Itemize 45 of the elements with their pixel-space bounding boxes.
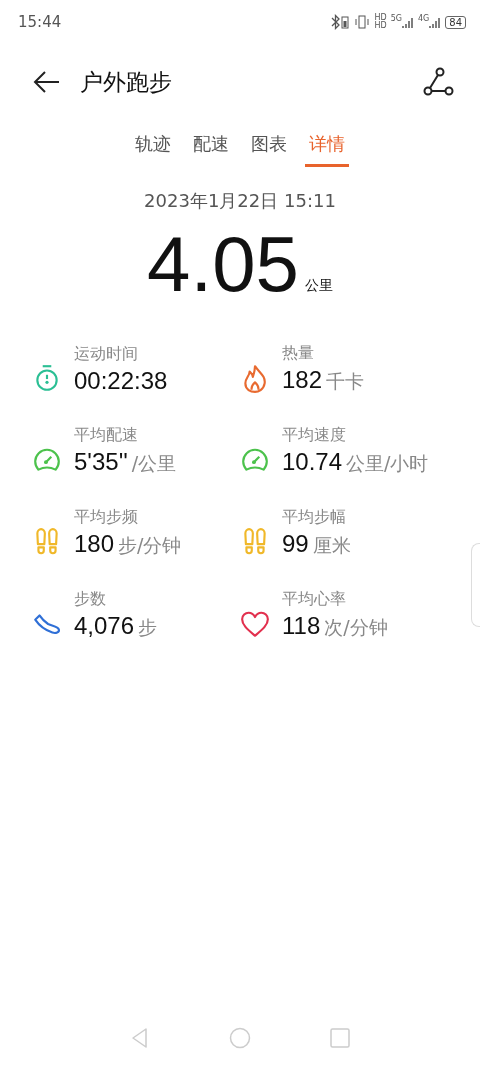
vibrate-icon — [354, 14, 371, 30]
metric-value: 5'35'' — [74, 448, 128, 476]
tab[interactable]: 轨迹 — [131, 128, 175, 167]
metric-label: 热量 — [282, 343, 315, 364]
signal-icon — [401, 15, 414, 29]
metric-unit: /公里 — [131, 451, 177, 476]
battery-level: 84 — [445, 15, 466, 29]
metric-label: 平均步幅 — [282, 507, 347, 528]
hd-label: HD — [374, 14, 387, 22]
hd-label: HD — [374, 22, 387, 30]
metric-value: 180 — [74, 530, 115, 558]
metric-value: 00:22:38 — [74, 366, 168, 395]
distance-value: 4.05 — [147, 219, 299, 309]
metric-value: 182 — [282, 366, 323, 394]
metric-label: 步数 — [74, 589, 107, 610]
network-label: 4G — [417, 15, 430, 23]
metric-unit: 步 — [138, 615, 158, 640]
tab[interactable]: 详情 — [305, 128, 349, 167]
metric-value: 10.74 — [282, 448, 343, 476]
page-title: 户外跑步 — [80, 67, 172, 97]
tab[interactable]: 配速 — [189, 128, 233, 167]
metric-unit: 千卡 — [326, 369, 365, 394]
distance-unit: 公里 — [304, 277, 333, 295]
metric-unit: 次/分钟 — [324, 615, 388, 640]
metric-label: 平均配速 — [74, 425, 139, 446]
recents-nav-icon[interactable] — [329, 1027, 351, 1049]
metric-unit: 厘米 — [312, 533, 351, 558]
side-handle[interactable] — [471, 543, 480, 627]
network-label: 5G — [390, 15, 402, 23]
share-icon[interactable] — [422, 66, 454, 98]
metric-value: 118 — [282, 612, 321, 640]
bluetooth-icon — [330, 14, 351, 30]
metric-label: 运动时间 — [74, 343, 139, 365]
metric-label: 平均心率 — [282, 589, 347, 610]
workout-date: 2023年1月22日 15:11 — [143, 189, 337, 213]
metric-value: 99 — [282, 530, 309, 558]
metric-unit: 公里/小时 — [346, 451, 429, 476]
metric-label: 平均速度 — [282, 425, 347, 446]
tab[interactable]: 图表 — [247, 128, 291, 167]
signal-icon — [429, 15, 442, 29]
status-time: 15:44 — [18, 13, 62, 31]
metric-value: 4,076 — [74, 612, 135, 640]
home-nav-icon[interactable] — [229, 1027, 251, 1049]
metric-unit: 步/分钟 — [118, 533, 182, 558]
metric-label: 平均步频 — [74, 507, 139, 528]
